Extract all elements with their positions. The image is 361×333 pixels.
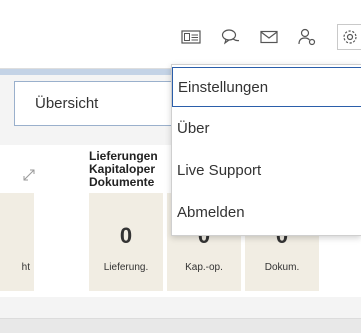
tile-heading: Lieferungen Kapitaloper Dokumente [89, 150, 158, 189]
menu-item-logout[interactable]: Abmelden [172, 193, 361, 233]
card-label: Kap.-op. [185, 262, 223, 273]
card-value: 0 [119, 223, 133, 248]
top-toolbar [0, 0, 361, 69]
gear-icon [341, 28, 359, 51]
card-label: Lieferung. [103, 262, 149, 273]
user-settings-icon[interactable] [297, 27, 317, 47]
overview-label: Übersicht [35, 95, 99, 112]
id-card-icon[interactable] [181, 27, 201, 47]
mail-icon[interactable] [259, 27, 279, 47]
summary-card[interactable]: ht [0, 193, 34, 291]
settings-dropdown-menu: Einstellungen Über Live Support Abmelden [171, 64, 361, 236]
menu-item-settings[interactable]: Einstellungen [172, 67, 361, 107]
heading-line: Dokumente [89, 175, 155, 189]
card-label: Dokum. [264, 262, 300, 273]
menu-item-live-support[interactable]: Live Support [172, 151, 361, 191]
deliveries-card[interactable]: 0 Lieferung. [89, 193, 163, 291]
chat-icon[interactable] [221, 27, 241, 47]
expand-icon[interactable] [22, 168, 36, 187]
footer-strip [0, 318, 361, 333]
card-label: ht [21, 262, 30, 273]
settings-button[interactable] [337, 24, 361, 50]
menu-item-about[interactable]: Über [172, 109, 361, 149]
